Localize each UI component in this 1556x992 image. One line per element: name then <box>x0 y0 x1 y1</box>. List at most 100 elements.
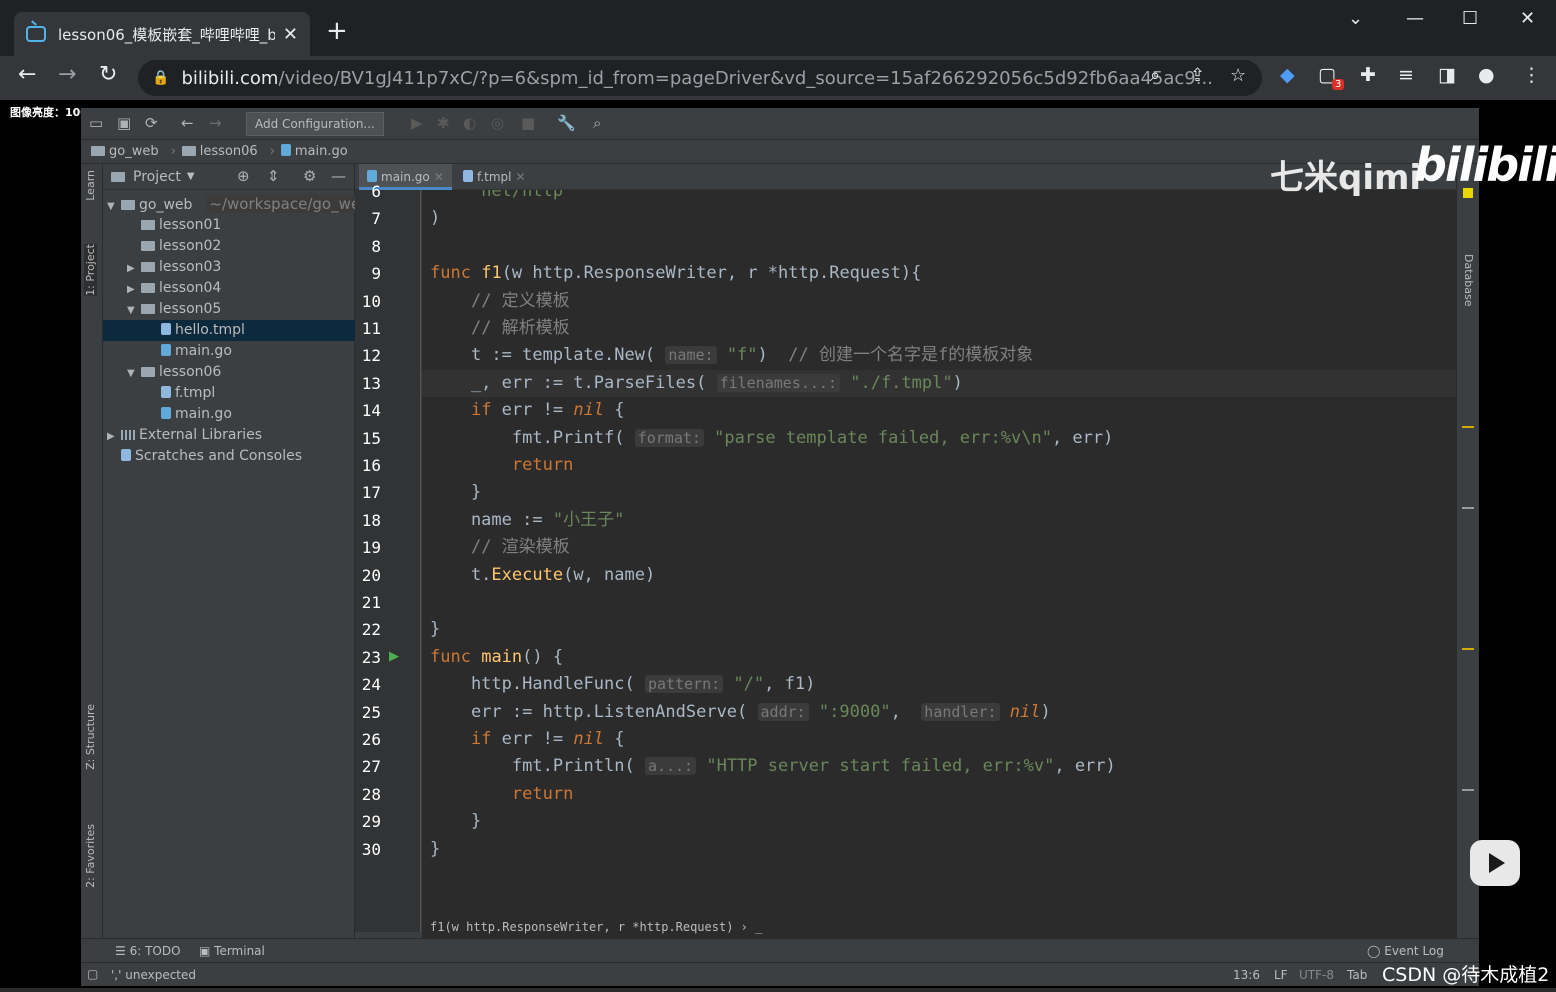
code-line: ) <box>430 208 441 229</box>
chevron-down-icon[interactable]: ▼ <box>127 300 141 321</box>
new-tab-button[interactable]: + <box>326 16 348 46</box>
hide-panel-icon[interactable]: — <box>331 167 346 185</box>
close-tab-icon[interactable]: ✕ <box>283 24 298 45</box>
minimize-button[interactable]: — <box>1406 8 1424 29</box>
breadcrumb-item-go-web[interactable]: go_web <box>91 144 165 159</box>
project-tool-tab[interactable]: 1: Project <box>84 244 97 296</box>
save-icon[interactable]: ▣ <box>117 114 131 132</box>
project-panel-title[interactable]: Project <box>133 169 181 185</box>
chevron-down-icon[interactable]: ▼ <box>107 196 121 217</box>
tree-item[interactable]: ▼ lesson06 <box>103 362 355 383</box>
tree-item[interactable]: main.go <box>103 404 355 425</box>
change-stripe[interactable] <box>1462 507 1474 509</box>
tree-item[interactable]: hello.tmpl <box>103 320 355 341</box>
tree-item[interactable]: main.go <box>103 341 355 362</box>
favorites-tool-tab[interactable]: 2: Favorites <box>84 824 97 888</box>
terminal-tool-tab[interactable]: ▣ Terminal <box>199 944 265 958</box>
back-button[interactable]: ← <box>18 62 36 87</box>
indent-setting[interactable]: Tab <box>1347 968 1367 982</box>
learn-tool-tab[interactable]: Learn <box>84 170 97 201</box>
code-line: // 渲染模板 <box>470 537 570 558</box>
line-number: 17 <box>361 483 381 503</box>
warning-stripe[interactable] <box>1462 426 1474 428</box>
address-bar[interactable]: 🔒 bilibili.com/video/BV1gJ411p7xC/?p=6&s… <box>138 60 1262 96</box>
panel-toggle-icon[interactable]: ▢ <box>87 967 98 981</box>
collapse-all-icon[interactable]: ⇕ <box>267 167 280 185</box>
close-tab-icon[interactable]: ✕ <box>516 170 526 184</box>
zoom-icon[interactable]: ⌕ <box>1150 65 1160 86</box>
code-breadcrumb[interactable]: f1(w http.ResponseWriter, r *http.Reques… <box>422 916 1456 938</box>
database-tool-tab[interactable]: Database <box>1462 254 1475 307</box>
code-line: } <box>430 482 482 503</box>
tree-item[interactable]: lesson01 <box>103 215 355 236</box>
todo-tool-tab[interactable]: ☰ 6: TODO <box>115 944 181 958</box>
run-icon[interactable]: ▶ <box>411 114 423 132</box>
search-icon[interactable]: ⌕ <box>593 114 601 132</box>
debug-icon[interactable]: ✱ <box>437 114 450 132</box>
tree-item[interactable]: ▶ lesson03 <box>103 257 355 278</box>
tab-search-icon[interactable]: ⌄ <box>1348 8 1363 29</box>
side-panel-icon[interactable]: ◨ <box>1438 64 1456 86</box>
wrench-icon[interactable]: 🔧 <box>557 114 576 132</box>
extension-badge: 3 <box>1332 79 1345 90</box>
tree-item[interactable]: ▶ External Libraries <box>103 425 355 446</box>
forward-button[interactable]: → <box>58 62 76 87</box>
profile-avatar-icon[interactable]: ● <box>1478 64 1495 86</box>
tree-item[interactable]: lesson02 <box>103 236 355 257</box>
tmpl-icon <box>161 323 171 335</box>
line-separator[interactable]: LF <box>1274 968 1288 982</box>
coverage-icon[interactable]: ◐ <box>463 114 476 132</box>
chevron-right-icon[interactable]: ▶ <box>127 258 141 279</box>
tree-item-label: lesson04 <box>159 280 222 296</box>
code-editor[interactable]: "net/http") func f1(w http.ResponseWriter… <box>422 190 1456 932</box>
lock-icon[interactable]: 🔒 <box>152 70 169 86</box>
forward-nav-icon[interactable]: → <box>209 114 222 132</box>
chevron-right-icon[interactable]: ▶ <box>127 279 141 300</box>
reload-button[interactable]: ↻ <box>99 62 117 87</box>
tab-f-tmpl[interactable]: f.tmpl ✕ <box>455 164 534 190</box>
media-queue-icon[interactable]: ≡ <box>1398 64 1414 86</box>
caret-position[interactable]: 13:6 <box>1233 968 1260 982</box>
url-path: /video/BV1gJ411p7xC/?p=6&spm_id_from=pag… <box>278 67 1213 89</box>
structure-tool-tab[interactable]: Z: Structure <box>84 704 97 770</box>
event-log-tool-tab[interactable]: ◯ Event Log <box>1367 944 1444 958</box>
sync-icon[interactable]: ⟳ <box>145 114 158 132</box>
video-progress-bar[interactable] <box>0 988 1556 992</box>
line-number: 18 <box>361 510 381 530</box>
chevron-right-icon[interactable]: ▶ <box>107 426 121 447</box>
chevron-down-icon[interactable]: ▼ <box>187 171 195 182</box>
back-nav-icon[interactable]: ← <box>181 114 194 132</box>
line-number: 14 <box>361 401 381 421</box>
tree-item[interactable]: ▶ lesson04 <box>103 278 355 299</box>
gear-icon[interactable]: ⚙ <box>303 167 316 185</box>
breadcrumb-item-main-go[interactable]: main.go <box>280 144 354 159</box>
browser-tab[interactable]: lesson06_模板嵌套_哔哩哔哩_bi ✕ <box>14 12 310 56</box>
warning-stripe[interactable] <box>1462 648 1474 650</box>
share-icon[interactable]: ⇪ <box>1190 65 1205 86</box>
add-configuration-button[interactable]: Add Configuration... <box>246 112 384 136</box>
tree-item[interactable]: ▼ lesson05 <box>103 299 355 320</box>
file-encoding[interactable]: UTF-8 <box>1299 968 1334 982</box>
tree-item[interactable]: ▼ go_web ~/workspace/go_we <box>103 194 364 217</box>
profile-icon[interactable]: ◎ <box>491 114 504 132</box>
open-folder-icon[interactable]: ▭ <box>89 114 103 132</box>
change-stripe[interactable] <box>1462 789 1474 791</box>
close-tab-icon[interactable]: ✕ <box>434 170 444 184</box>
run-gutter-icon[interactable]: ▶ <box>389 649 399 664</box>
menu-kebab-icon[interactable]: ⋮ <box>1522 64 1541 86</box>
extension-diamond-icon[interactable]: ◆ <box>1280 64 1295 86</box>
browser-tabstrip: lesson06_模板嵌套_哔哩哔哩_bi ✕ + ⌄ — ☐ ✕ <box>0 0 1556 56</box>
tree-item[interactable]: Scratches and Consoles <box>103 446 355 467</box>
extensions-puzzle-icon[interactable]: ✚ <box>1360 64 1376 86</box>
tree-item[interactable]: f.tmpl <box>103 383 355 404</box>
bookmark-star-icon[interactable]: ☆ <box>1230 65 1246 86</box>
code-line: name := "小王子" <box>430 509 625 530</box>
bilibili-tv-button-icon[interactable] <box>1470 840 1520 886</box>
breadcrumb-item-lesson06[interactable]: lesson06 <box>181 144 264 159</box>
bilibili-logo: bilibili <box>1414 138 1556 192</box>
stop-icon[interactable]: ■ <box>521 114 535 132</box>
chevron-down-icon[interactable]: ▼ <box>127 363 141 384</box>
maximize-button[interactable]: ☐ <box>1462 8 1478 29</box>
locate-icon[interactable]: ⊕ <box>237 167 250 185</box>
close-window-button[interactable]: ✕ <box>1520 8 1535 29</box>
